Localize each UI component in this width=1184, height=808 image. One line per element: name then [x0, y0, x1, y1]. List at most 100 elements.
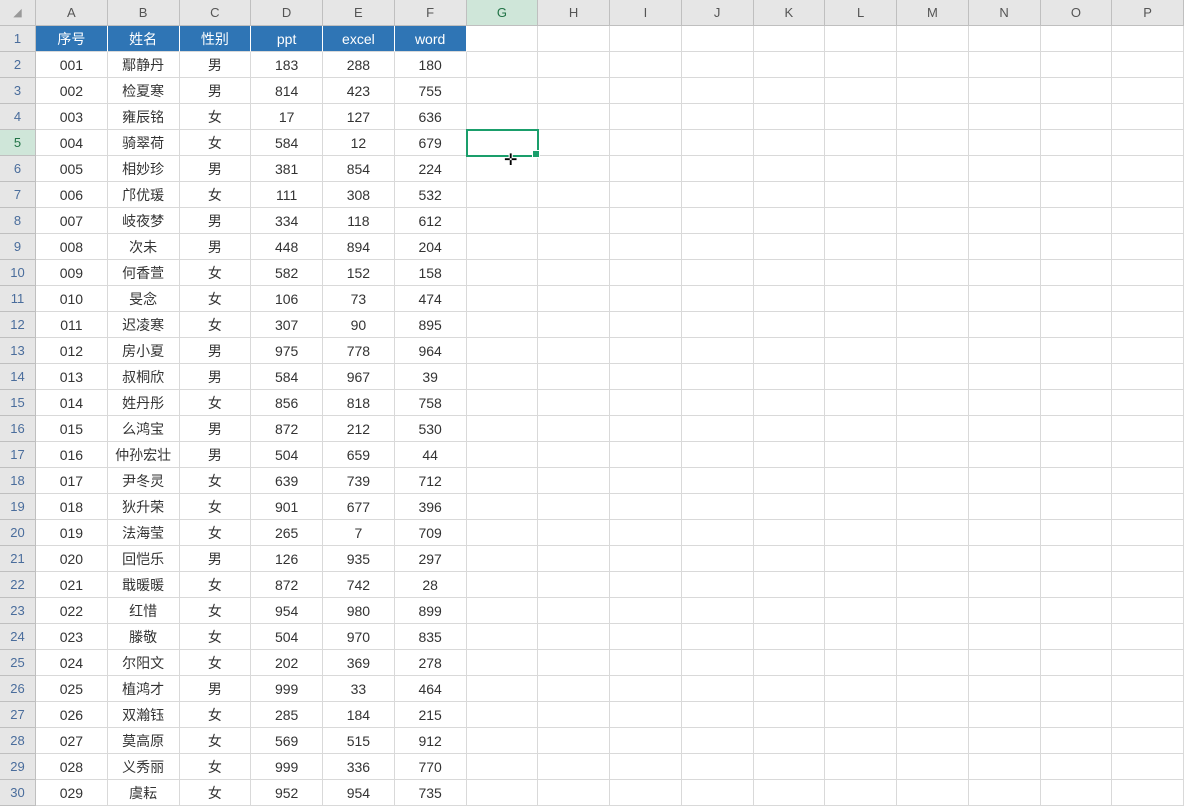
- cell-M25[interactable]: [897, 650, 969, 676]
- cell-C18[interactable]: 女: [180, 468, 252, 494]
- cell-D8[interactable]: 334: [251, 208, 323, 234]
- cell-O1[interactable]: [1041, 26, 1113, 52]
- cell-D5[interactable]: 584: [251, 130, 323, 156]
- cell-N27[interactable]: [969, 702, 1041, 728]
- row-header-4[interactable]: 4: [0, 104, 36, 130]
- cell-F10[interactable]: 158: [395, 260, 467, 286]
- cell-C24[interactable]: 女: [180, 624, 252, 650]
- row-header-24[interactable]: 24: [0, 624, 36, 650]
- cell-P8[interactable]: [1112, 208, 1184, 234]
- cell-F9[interactable]: 204: [395, 234, 467, 260]
- cell-H13[interactable]: [538, 338, 610, 364]
- cell-L29[interactable]: [825, 754, 897, 780]
- cell-N28[interactable]: [969, 728, 1041, 754]
- cell-B22[interactable]: 戢暖暖: [108, 572, 180, 598]
- cell-J8[interactable]: [682, 208, 754, 234]
- row-header-13[interactable]: 13: [0, 338, 36, 364]
- column-header-D[interactable]: D: [251, 0, 323, 26]
- cell-L22[interactable]: [825, 572, 897, 598]
- cell-K22[interactable]: [754, 572, 826, 598]
- row-header-29[interactable]: 29: [0, 754, 36, 780]
- row-header-12[interactable]: 12: [0, 312, 36, 338]
- row-header-23[interactable]: 23: [0, 598, 36, 624]
- cell-O23[interactable]: [1041, 598, 1113, 624]
- cell-A15[interactable]: 014: [36, 390, 108, 416]
- cell-O13[interactable]: [1041, 338, 1113, 364]
- cell-A27[interactable]: 026: [36, 702, 108, 728]
- cell-P10[interactable]: [1112, 260, 1184, 286]
- cell-E16[interactable]: 212: [323, 416, 395, 442]
- cell-D2[interactable]: 183: [251, 52, 323, 78]
- cell-K3[interactable]: [754, 78, 826, 104]
- cell-L20[interactable]: [825, 520, 897, 546]
- cell-C26[interactable]: 男: [180, 676, 252, 702]
- cell-B21[interactable]: 回恺乐: [108, 546, 180, 572]
- cell-A9[interactable]: 008: [36, 234, 108, 260]
- cell-F6[interactable]: 224: [395, 156, 467, 182]
- cell-B3[interactable]: 检夏寒: [108, 78, 180, 104]
- cell-E26[interactable]: 33: [323, 676, 395, 702]
- cell-G14[interactable]: [467, 364, 539, 390]
- cell-D18[interactable]: 639: [251, 468, 323, 494]
- cell-B4[interactable]: 雍辰铭: [108, 104, 180, 130]
- cell-D11[interactable]: 106: [251, 286, 323, 312]
- cell-P25[interactable]: [1112, 650, 1184, 676]
- cell-F22[interactable]: 28: [395, 572, 467, 598]
- cell-E13[interactable]: 778: [323, 338, 395, 364]
- cell-L18[interactable]: [825, 468, 897, 494]
- cell-O15[interactable]: [1041, 390, 1113, 416]
- cell-I19[interactable]: [610, 494, 682, 520]
- cell-C20[interactable]: 女: [180, 520, 252, 546]
- cell-A4[interactable]: 003: [36, 104, 108, 130]
- cell-H26[interactable]: [538, 676, 610, 702]
- cell-L17[interactable]: [825, 442, 897, 468]
- cell-K24[interactable]: [754, 624, 826, 650]
- cell-D21[interactable]: 126: [251, 546, 323, 572]
- cell-H24[interactable]: [538, 624, 610, 650]
- cell-K20[interactable]: [754, 520, 826, 546]
- cell-M5[interactable]: [897, 130, 969, 156]
- cell-N15[interactable]: [969, 390, 1041, 416]
- cell-M13[interactable]: [897, 338, 969, 364]
- cell-J27[interactable]: [682, 702, 754, 728]
- cell-B5[interactable]: 骑翠荷: [108, 130, 180, 156]
- cell-J12[interactable]: [682, 312, 754, 338]
- cell-K16[interactable]: [754, 416, 826, 442]
- cell-D6[interactable]: 381: [251, 156, 323, 182]
- cell-P6[interactable]: [1112, 156, 1184, 182]
- cell-E21[interactable]: 935: [323, 546, 395, 572]
- cell-I13[interactable]: [610, 338, 682, 364]
- cell-J9[interactable]: [682, 234, 754, 260]
- cell-C23[interactable]: 女: [180, 598, 252, 624]
- cell-J13[interactable]: [682, 338, 754, 364]
- cell-J28[interactable]: [682, 728, 754, 754]
- cell-L25[interactable]: [825, 650, 897, 676]
- column-header-F[interactable]: F: [395, 0, 467, 26]
- cell-H1[interactable]: [538, 26, 610, 52]
- cell-P26[interactable]: [1112, 676, 1184, 702]
- cell-B29[interactable]: 义秀丽: [108, 754, 180, 780]
- cell-M8[interactable]: [897, 208, 969, 234]
- cell-M9[interactable]: [897, 234, 969, 260]
- cell-C5[interactable]: 女: [180, 130, 252, 156]
- cell-G2[interactable]: [467, 52, 539, 78]
- cell-F26[interactable]: 464: [395, 676, 467, 702]
- cell-I25[interactable]: [610, 650, 682, 676]
- column-header-B[interactable]: B: [108, 0, 180, 26]
- cell-K10[interactable]: [754, 260, 826, 286]
- cell-K13[interactable]: [754, 338, 826, 364]
- cell-C14[interactable]: 男: [180, 364, 252, 390]
- cell-E22[interactable]: 742: [323, 572, 395, 598]
- cell-C29[interactable]: 女: [180, 754, 252, 780]
- cell-O3[interactable]: [1041, 78, 1113, 104]
- cell-L26[interactable]: [825, 676, 897, 702]
- cell-L19[interactable]: [825, 494, 897, 520]
- row-header-18[interactable]: 18: [0, 468, 36, 494]
- cell-A11[interactable]: 010: [36, 286, 108, 312]
- cell-N14[interactable]: [969, 364, 1041, 390]
- row-header-25[interactable]: 25: [0, 650, 36, 676]
- cell-G1[interactable]: [467, 26, 539, 52]
- cell-D15[interactable]: 856: [251, 390, 323, 416]
- cell-B12[interactable]: 迟凌寒: [108, 312, 180, 338]
- cell-J25[interactable]: [682, 650, 754, 676]
